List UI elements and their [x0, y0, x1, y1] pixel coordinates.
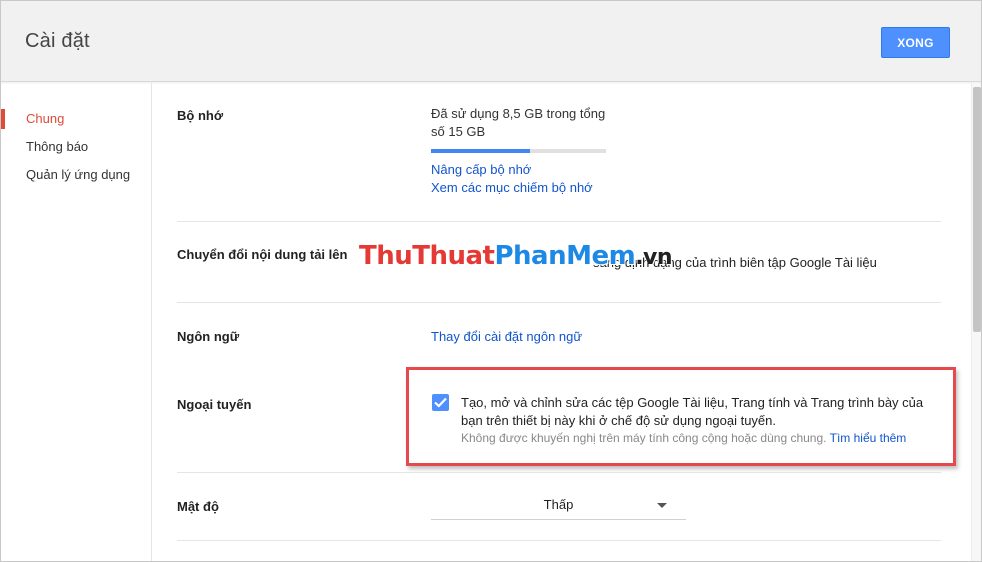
- divider: [177, 302, 941, 303]
- done-button[interactable]: XONG: [881, 27, 950, 58]
- storage-progress-bar: [431, 149, 606, 153]
- divider: [177, 472, 941, 473]
- divider: [177, 540, 941, 541]
- view-storage-items-link[interactable]: Xem các mục chiếm bộ nhớ: [431, 180, 593, 195]
- change-language-link[interactable]: Thay đổi cài đặt ngôn ngữ: [431, 329, 582, 344]
- learn-more-link[interactable]: Tìm hiểu thêm: [830, 431, 907, 445]
- sidebar-item-general[interactable]: Chung: [1, 107, 151, 131]
- density-value: Thấp: [543, 497, 574, 512]
- watermark-part-1: ThuThuat: [359, 241, 495, 271]
- settings-content: Bộ nhớ Đã sử dụng 8,5 GB trong tổng số 1…: [153, 83, 971, 561]
- watermark-part-2: PhanMem: [494, 241, 636, 271]
- storage-label: Bộ nhớ: [177, 108, 224, 123]
- offline-checkbox[interactable]: [432, 394, 449, 411]
- chevron-down-icon: [657, 503, 667, 508]
- scrollbar-thumb[interactable]: [973, 87, 981, 332]
- storage-usage-text: Đã sử dụng 8,5 GB trong tổng số 15 GB: [431, 106, 606, 139]
- density-select[interactable]: Thấp: [431, 490, 686, 520]
- divider: [177, 221, 941, 222]
- sidebar-item-manage-apps[interactable]: Quản lý ứng dụng: [1, 163, 151, 187]
- offline-description: Tạo, mở và chỉnh sửa các tệp Google Tài …: [461, 395, 924, 428]
- density-label: Mật độ: [177, 499, 219, 514]
- sidebar: Chung Thông báo Quản lý ứng dụng: [1, 83, 152, 561]
- header-bar: Cài đặt XONG: [1, 1, 981, 82]
- settings-window: Cài đặt XONG Chung Thông báo Quản lý ứng…: [0, 0, 982, 562]
- storage-progress-fill: [431, 149, 531, 153]
- watermark-logo: ThuThuatPhanMem.vn: [359, 241, 673, 271]
- checkmark-icon: [434, 397, 447, 408]
- sidebar-item-notifications[interactable]: Thông báo: [1, 135, 151, 159]
- upgrade-storage-link[interactable]: Nâng cấp bộ nhớ: [431, 162, 531, 177]
- offline-label: Ngoại tuyến: [177, 397, 252, 412]
- watermark-part-3: .vn: [635, 245, 673, 270]
- offline-note: Không được khuyến nghị trên máy tính côn…: [461, 431, 906, 445]
- offline-note-text: Không được khuyến nghị trên máy tính côn…: [461, 431, 827, 445]
- convert-uploads-label: Chuyển đổi nội dung tải lên: [177, 247, 348, 262]
- page-title: Cài đặt: [25, 30, 90, 52]
- language-label: Ngôn ngữ: [177, 329, 240, 344]
